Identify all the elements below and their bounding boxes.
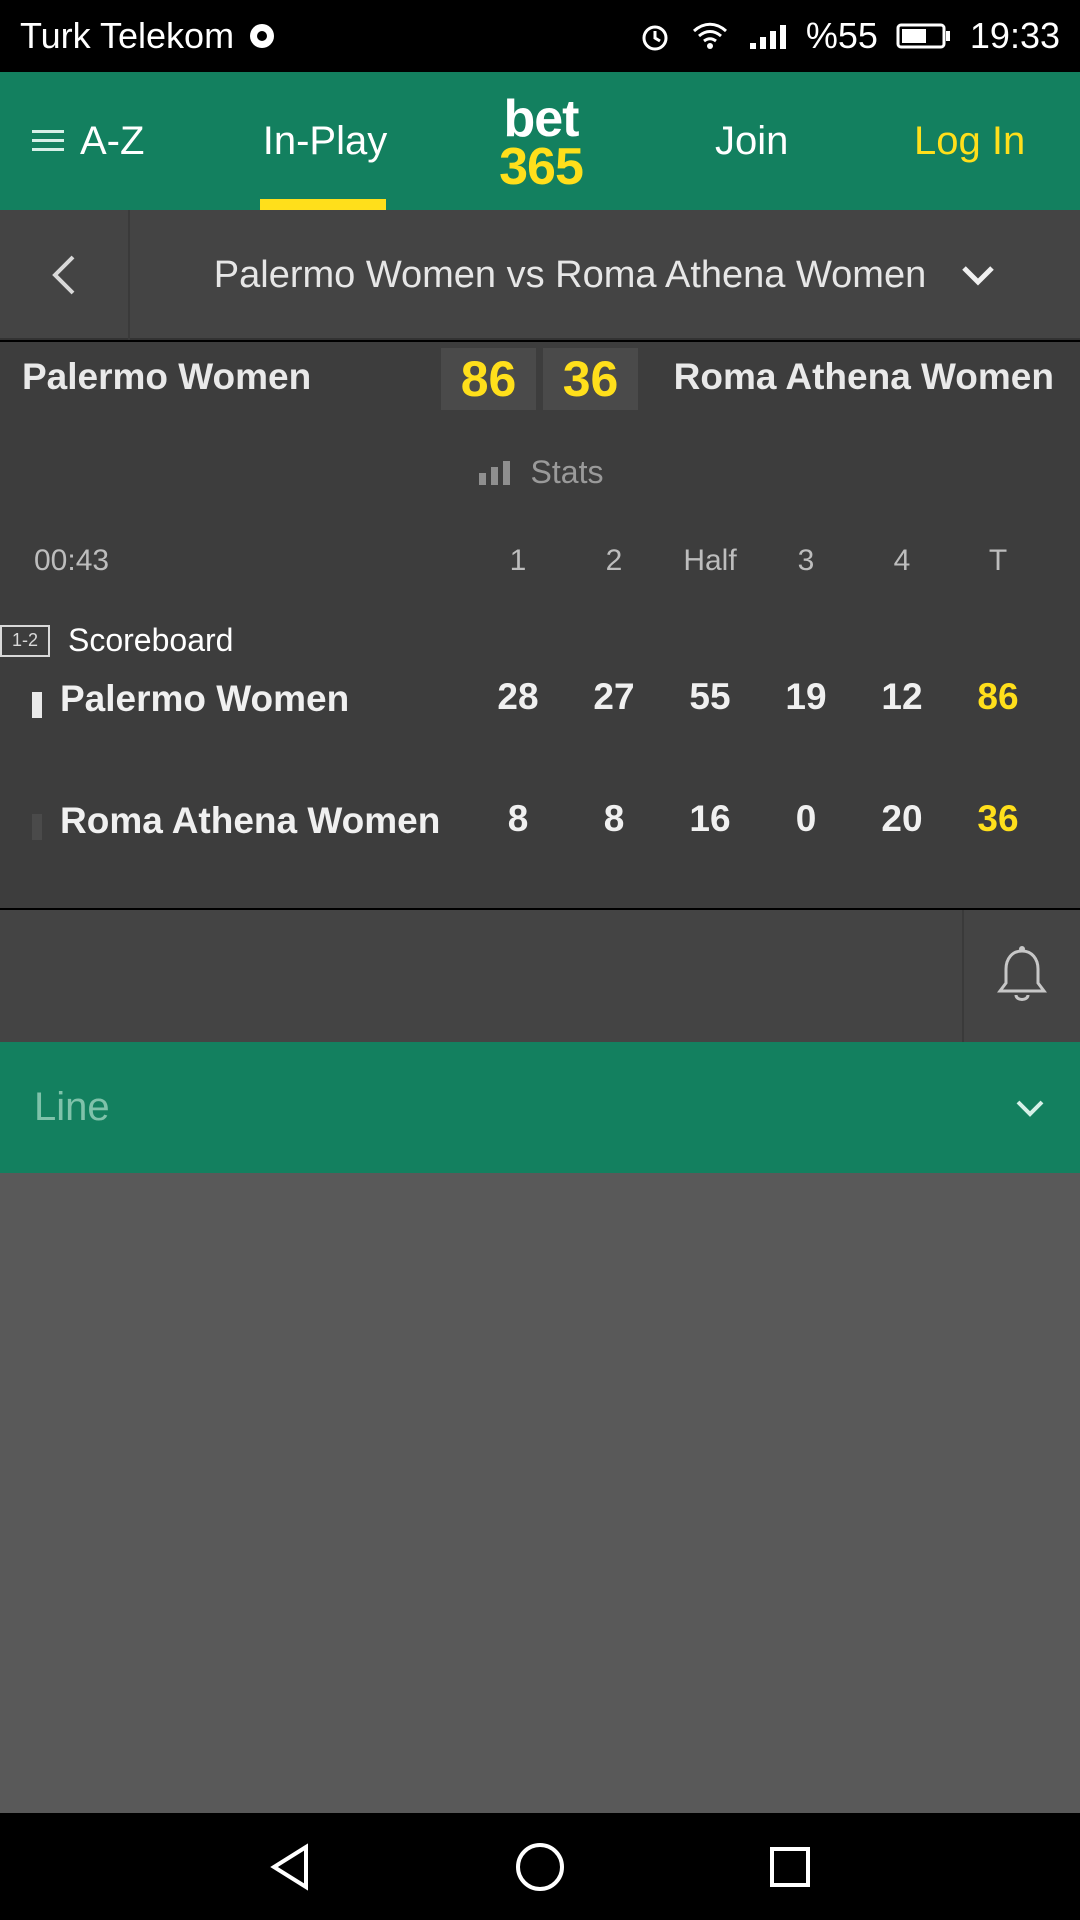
scoreboard-table: 00:43 1 2 Half 3 4 T Palermo Women 28 27… bbox=[0, 522, 1080, 886]
chevron-down-icon bbox=[1014, 1098, 1046, 1118]
back-button[interactable] bbox=[0, 210, 130, 340]
cell-value: 20 bbox=[881, 798, 923, 839]
battery-icon bbox=[896, 21, 952, 51]
market-line-label: Line bbox=[34, 1085, 110, 1129]
battery-text: %55 bbox=[805, 15, 878, 56]
join-label: Join bbox=[715, 118, 789, 163]
hamburger-icon bbox=[32, 126, 64, 156]
top-navigation: A-Z In-Play bet 365 Join Log In bbox=[0, 72, 1080, 210]
score-summary: Palermo Women 86 36 Roma Athena Women bbox=[0, 342, 1080, 442]
recents-nav-button[interactable] bbox=[750, 1827, 830, 1907]
match-selector[interactable]: Palermo Women vs Roma Athena Women bbox=[130, 210, 1080, 340]
active-team-marker bbox=[32, 692, 42, 718]
in-play-active-indicator bbox=[260, 199, 386, 210]
clock-text: 19:33 bbox=[969, 15, 1060, 56]
tab-stats[interactable]: Stats bbox=[477, 453, 604, 491]
cell-value: 8 bbox=[507, 798, 529, 839]
table-row: Palermo Women 28 27 55 19 12 86 bbox=[0, 642, 1080, 764]
cell-total: 86 bbox=[977, 676, 1019, 717]
scoreboard-tabs: Stats 1-2 Scoreboard bbox=[0, 442, 1080, 658]
status-bar: Turk Telekom %55 19:33 bbox=[0, 0, 1080, 72]
stats-label: Stats bbox=[530, 453, 604, 490]
inactive-team-marker bbox=[32, 814, 42, 840]
scoreboard-header: 00:43 1 2 Half 3 4 T bbox=[0, 522, 1080, 642]
half-header: Half bbox=[683, 544, 737, 577]
cell-value: 28 bbox=[497, 676, 539, 717]
match-header: Palermo Women vs Roma Athena Women bbox=[0, 210, 1080, 340]
market-line-header[interactable]: Line bbox=[0, 1042, 1080, 1173]
cell-value: 19 bbox=[785, 676, 827, 717]
home-circle-icon bbox=[510, 1837, 570, 1897]
home-score: 86 bbox=[441, 348, 536, 410]
az-menu-button[interactable]: A-Z bbox=[32, 72, 144, 210]
content-area bbox=[0, 1173, 1080, 1813]
back-triangle-icon bbox=[262, 1839, 318, 1895]
cell-value: 27 bbox=[593, 676, 635, 717]
notifications-bar bbox=[0, 910, 1080, 1042]
period-3-header: 3 bbox=[797, 544, 815, 577]
away-team-name: Roma Athena Women bbox=[673, 356, 1054, 397]
cell-value: 55 bbox=[689, 676, 731, 717]
total-header: T bbox=[988, 544, 1008, 577]
login-label: Log In bbox=[914, 118, 1026, 163]
table-row: Roma Athena Women 8 8 16 0 20 36 bbox=[0, 764, 1080, 886]
notification-bell-button[interactable] bbox=[962, 910, 1080, 1042]
chevron-left-icon bbox=[47, 253, 81, 297]
match-title: Palermo Women vs Roma Athena Women bbox=[213, 253, 927, 296]
bet365-logo[interactable]: bet 365 bbox=[486, 93, 596, 196]
row-team-name: Roma Athena Women bbox=[60, 800, 441, 841]
period-4-header: 4 bbox=[893, 544, 911, 577]
system-navigation-bar bbox=[0, 1813, 1080, 1920]
az-label: A-Z bbox=[80, 118, 145, 163]
away-score: 36 bbox=[543, 348, 638, 410]
cell-value: 0 bbox=[795, 798, 817, 839]
period-2-header: 2 bbox=[605, 544, 623, 577]
join-button[interactable]: Join bbox=[715, 72, 788, 210]
signal-icon bbox=[748, 21, 788, 51]
score-panel: Palermo Women 86 36 Roma Athena Women St… bbox=[0, 342, 1080, 908]
status-left: Turk Telekom bbox=[20, 15, 276, 57]
alarm-icon bbox=[638, 19, 672, 53]
carrier-text: Turk Telekom bbox=[20, 15, 235, 56]
recents-square-icon bbox=[762, 1839, 818, 1895]
in-play-label: In-Play bbox=[262, 118, 388, 163]
home-team-name: Palermo Women bbox=[22, 356, 312, 397]
back-nav-button[interactable] bbox=[250, 1827, 330, 1907]
home-nav-button[interactable] bbox=[500, 1827, 580, 1907]
chrome-icon bbox=[248, 22, 276, 50]
wifi-icon bbox=[690, 19, 730, 53]
logo-text-bottom: 365 bbox=[499, 138, 584, 196]
bar-chart-icon bbox=[477, 457, 513, 487]
period-1-header: 1 bbox=[509, 544, 527, 577]
cell-value: 16 bbox=[689, 798, 731, 839]
tab-in-play[interactable]: In-Play bbox=[260, 72, 390, 210]
cell-total: 36 bbox=[977, 798, 1019, 839]
bell-icon bbox=[994, 945, 1050, 1007]
match-clock: 00:43 bbox=[34, 544, 110, 577]
cell-value: 12 bbox=[881, 676, 923, 717]
row-team-name: Palermo Women bbox=[60, 678, 350, 719]
status-right: %55 19:33 bbox=[638, 15, 1060, 57]
cell-value: 8 bbox=[603, 798, 625, 839]
chevron-down-icon bbox=[960, 262, 996, 288]
login-button[interactable]: Log In bbox=[914, 72, 1025, 210]
